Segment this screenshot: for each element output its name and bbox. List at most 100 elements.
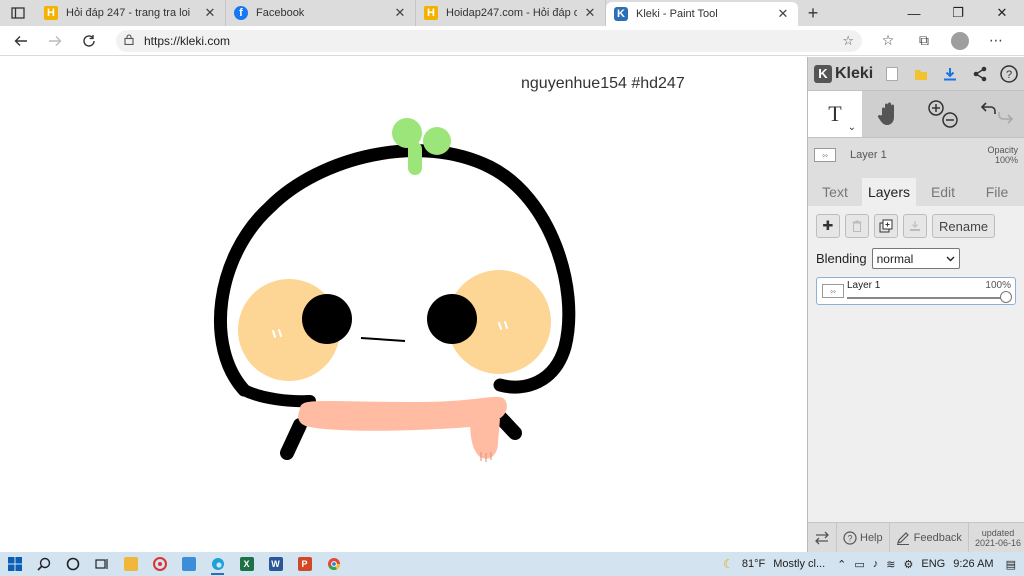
blending-select[interactable]: normal [871, 248, 960, 269]
profile-avatar[interactable] [951, 31, 969, 50]
help-button[interactable]: ? [995, 57, 1024, 90]
lock-icon [124, 33, 134, 48]
help-circle-icon: ? [843, 530, 857, 545]
chrome-icon [327, 558, 340, 570]
hand-tool-button[interactable] [862, 91, 916, 137]
new-tab-button[interactable]: + [798, 3, 828, 24]
new-image-button[interactable] [877, 57, 906, 90]
start-button[interactable] [0, 552, 29, 576]
chevron-up-icon[interactable]: ⌃ [833, 558, 850, 571]
share-button[interactable] [965, 57, 994, 90]
battery-icon[interactable]: ▭ [850, 558, 868, 571]
close-icon[interactable]: ✕ [393, 5, 407, 21]
clock[interactable]: 9:26 AM [949, 558, 997, 570]
tab-layers[interactable]: Layers [862, 178, 916, 206]
tab-edit[interactable]: Edit [916, 178, 970, 206]
slider-handle[interactable] [1000, 291, 1012, 303]
reload-button[interactable] [72, 26, 106, 56]
word-icon: W [268, 557, 283, 571]
chevron-down-icon[interactable]: ⌄ [848, 122, 856, 133]
taskbar-monitor-app[interactable] [174, 552, 203, 576]
notifications-icon[interactable]: ▤ [998, 558, 1024, 571]
browser-tab-strip: H Hỏi đáp 247 - trang tra loi ✕ f Facebo… [0, 0, 1024, 26]
tab-file[interactable]: File [970, 178, 1024, 206]
merge-layer-button[interactable] [903, 214, 927, 238]
language-indicator[interactable]: ENG [917, 558, 949, 570]
minimize-button[interactable]: — [892, 0, 936, 26]
tab-title: Kleki - Paint Tool [636, 8, 718, 20]
feedback-link[interactable]: Feedback [890, 522, 969, 553]
help-link[interactable]: ? Help [837, 522, 890, 553]
tab-hoidap-1[interactable]: H Hỏi đáp 247 - trang tra loi ✕ [36, 0, 226, 26]
tab-text[interactable]: Text [808, 178, 862, 206]
volume-icon[interactable]: ♪ [869, 558, 883, 570]
zoom-buttons[interactable] [916, 91, 970, 137]
taskbar-app-red[interactable] [145, 552, 174, 576]
window-controls: — ❐ ✕ [892, 0, 1024, 26]
taskbar-edge[interactable] [203, 552, 232, 576]
kleki-favicon-icon: K [614, 7, 628, 21]
address-bar[interactable]: https://kleki.com ☆ [116, 29, 862, 52]
merge-down-icon [910, 221, 920, 231]
pencil-icon [896, 531, 909, 545]
wifi-icon[interactable]: ≋ [882, 558, 899, 571]
feedback-text: Feedback [913, 531, 962, 544]
taskbar-powerpoint[interactable]: P [290, 552, 319, 576]
close-icon[interactable]: ✕ [583, 5, 597, 21]
taskbar-excel[interactable]: X [232, 552, 261, 576]
task-view-button[interactable] [87, 552, 116, 576]
tab-kleki[interactable]: K Kleki - Paint Tool ✕ [606, 2, 798, 26]
blending-label: Blending [816, 251, 867, 266]
import-button[interactable] [906, 57, 935, 90]
forward-button[interactable] [38, 26, 72, 56]
right-eye [427, 294, 477, 344]
layer-opacity-slider[interactable] [847, 297, 1007, 299]
watermark-text: nguyenhue154 #hd247 [521, 75, 685, 92]
more-menu-icon[interactable]: ⋯ [978, 32, 1014, 50]
forward-arrow-icon [49, 35, 62, 46]
favorites-icon[interactable]: ☆ [870, 32, 906, 50]
swap-side-button[interactable] [808, 522, 837, 553]
delete-layer-button[interactable] [845, 214, 869, 238]
save-button[interactable] [936, 57, 965, 90]
add-layer-button[interactable]: ✚ [816, 214, 840, 238]
kleki-header: K Kleki ? [808, 57, 1024, 90]
tab-actions-icon[interactable] [0, 0, 36, 26]
tab-title: Hoidap247.com - Hỏi đáp online [446, 7, 577, 19]
tab-hoidap-2[interactable]: H Hoidap247.com - Hỏi đáp online ✕ [416, 0, 606, 26]
left-eye [302, 294, 352, 344]
close-window-button[interactable]: ✕ [980, 0, 1024, 26]
svg-text:?: ? [847, 533, 852, 543]
help-text: Help [860, 531, 883, 544]
taskbar-chrome[interactable] [319, 552, 348, 576]
back-button[interactable] [4, 26, 38, 56]
body-outline-bottom [238, 384, 316, 408]
layer-list-item[interactable]: ◦◦ Layer 1 100% [816, 277, 1016, 305]
undo-redo-buttons[interactable] [970, 91, 1024, 137]
rename-layer-button[interactable]: Rename [932, 214, 996, 238]
tab-title: Facebook [256, 7, 305, 19]
blending-row: Blending normal [816, 248, 1016, 269]
close-icon[interactable]: ✕ [776, 6, 790, 22]
duplicate-layer-button[interactable] [874, 214, 898, 238]
layer-thumbnail: ◦◦ [814, 148, 836, 162]
settings-icon[interactable]: ⚙ [900, 558, 918, 571]
drawing-canvas[interactable]: nguyenhue154 #hd247 [0, 57, 807, 552]
layer-name: Layer 1 [847, 280, 881, 291]
maximize-button[interactable]: ❐ [936, 0, 980, 26]
mouth [360, 337, 406, 342]
collections-icon[interactable]: ⧉ [906, 32, 942, 50]
search-button[interactable] [29, 552, 58, 576]
taskbar-file-explorer[interactable] [116, 552, 145, 576]
weather-widget[interactable]: ☾ 81°F Mostly cl... [715, 557, 833, 571]
add-favorite-icon[interactable]: ☆ [842, 33, 854, 49]
new-file-icon [885, 66, 898, 81]
close-icon[interactable]: ✕ [203, 5, 217, 21]
taskbar-word[interactable]: W [261, 552, 290, 576]
hand-icon [877, 102, 894, 125]
tab-facebook[interactable]: f Facebook ✕ [226, 0, 416, 26]
panel-footer: ? Help Feedback updated 2021-06-16 [808, 522, 1024, 553]
plus-icon: ✚ [822, 218, 834, 233]
text-tool-button[interactable]: T ⌄ [808, 91, 862, 137]
cortana-button[interactable] [58, 552, 87, 576]
